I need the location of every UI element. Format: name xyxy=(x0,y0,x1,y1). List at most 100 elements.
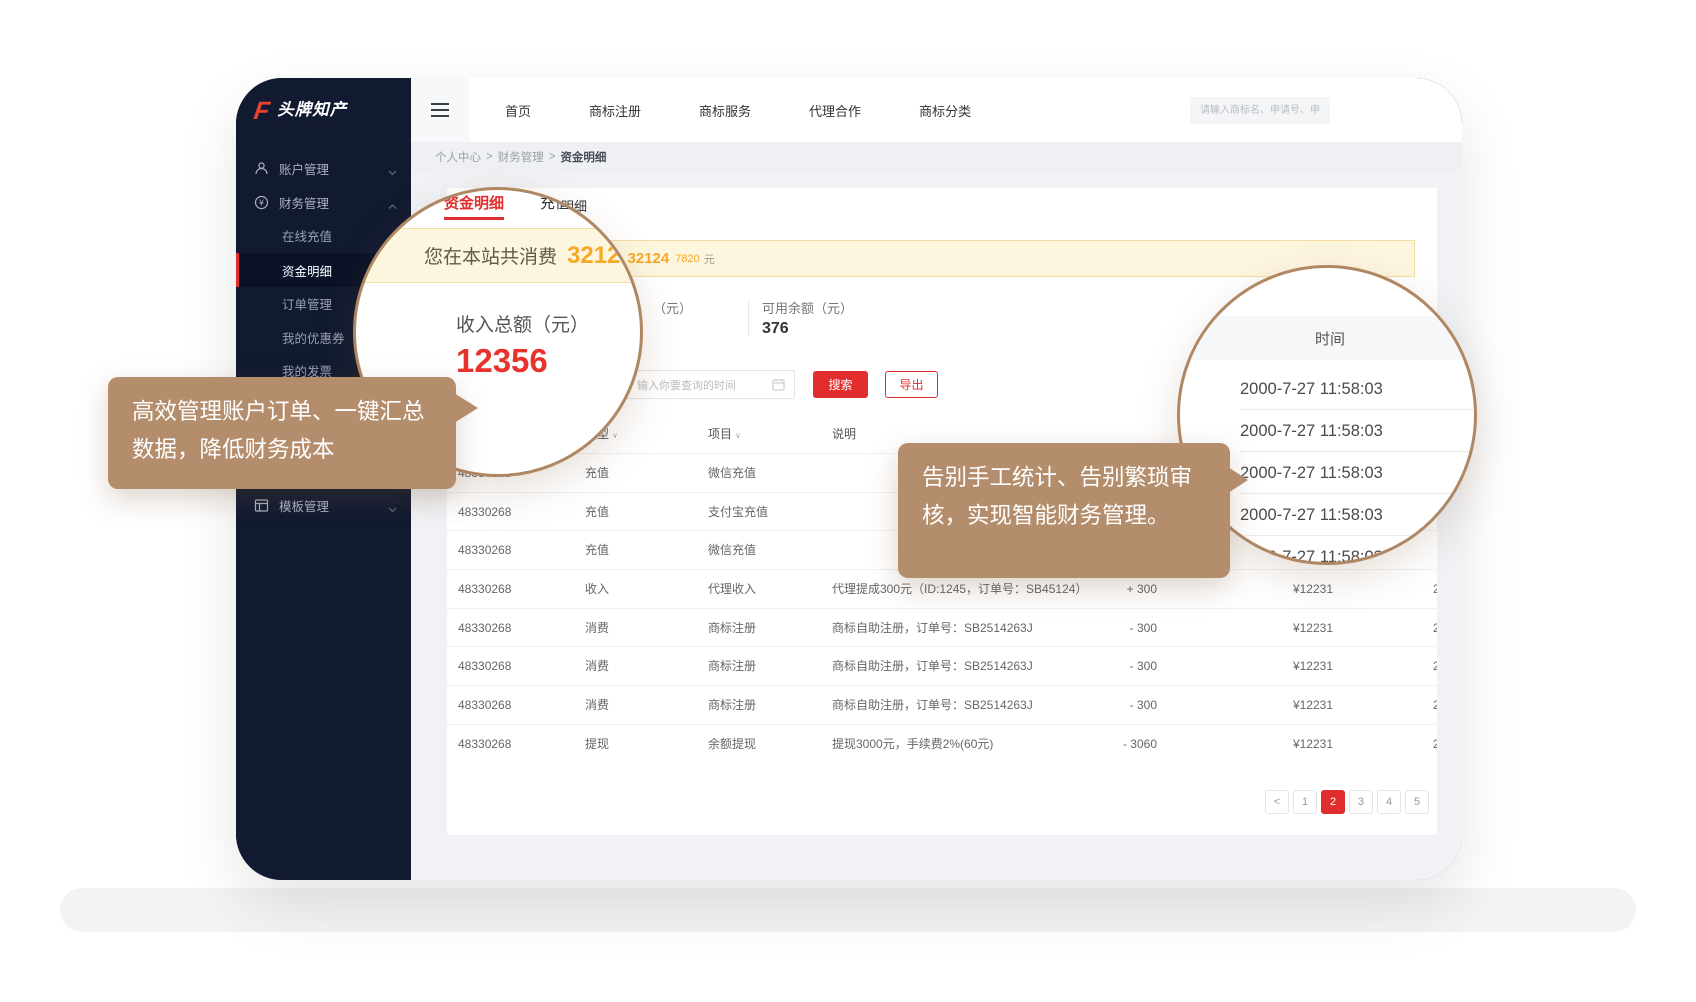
sort-chevron-icon[interactable]: ∨ xyxy=(735,431,741,440)
magnified-banner-prefix: 您在本站共消费 xyxy=(424,242,557,269)
breadcrumb-part[interactable]: 财务管理 xyxy=(498,149,544,165)
cell-desc: 商标自助注册，订单号：SB2514263J xyxy=(832,686,1033,725)
sidebar-item-label: 订单管理 xyxy=(282,294,332,313)
cell-project: 商标注册 xyxy=(708,686,756,725)
available-balance-label: 可用余额（元） xyxy=(762,298,853,317)
cell-project: 代理收入 xyxy=(708,570,756,609)
brand-logo-icon: F xyxy=(252,99,271,124)
header-desc: 说明 xyxy=(832,420,856,448)
pagination: < 1 2 3 4 5 xyxy=(1265,790,1429,814)
cell-time: 2000-7-27 11:58:03 xyxy=(1433,570,1437,609)
pagination-page-2[interactable]: 2 xyxy=(1321,790,1345,814)
brand-name: 头牌知产 xyxy=(277,96,347,120)
magnified-banner-value: 32124 xyxy=(567,242,634,270)
sidebar-item-label: 资金明细 xyxy=(282,261,332,280)
tooltip-right: 告别手工统计、告别繁琐审核，实现智能财务管理。 xyxy=(898,443,1230,578)
banner-amount: 7820 xyxy=(675,253,699,265)
cell-balance: ¥12231 xyxy=(1205,725,1333,764)
cell-project: 商标注册 xyxy=(708,609,756,648)
sidebar-item-label: 财务管理 xyxy=(279,193,329,212)
pagination-page-5[interactable]: 5 xyxy=(1405,790,1429,814)
search-button[interactable]: 搜索 xyxy=(813,371,868,398)
chevron-up-icon xyxy=(388,199,397,213)
table-row: 48330268消费商标注册商标自助注册，订单号：SB2514263J- 300… xyxy=(447,608,1437,647)
magnified-time-row: 2000-7-27 11:58:03 xyxy=(1240,452,1477,494)
tooltip-left: 高效管理账户订单、一键汇总数据，降低财务成本 xyxy=(108,377,456,489)
cell-desc: 商标自助注册，订单号：SB2514263J xyxy=(832,609,1033,648)
cell-project: 微信充值 xyxy=(708,531,756,570)
sort-chevron-icon[interactable]: ∨ xyxy=(612,431,618,440)
export-button[interactable]: 导出 xyxy=(885,371,938,398)
date-query-placeholder: 输入你要查询的时间 xyxy=(637,377,766,393)
magnified-time-row: 2000-7-27 11:58:03 xyxy=(1240,410,1477,452)
tooltip-right-text: 告别手工统计、告别繁琐审核，实现智能财务管理。 xyxy=(922,465,1192,528)
nav-item-trademark-service[interactable]: 商标服务 xyxy=(699,101,751,120)
cell-type: 提现 xyxy=(585,725,609,764)
cell-desc: 商标自助注册，订单号：SB2514263J xyxy=(832,647,1033,686)
cell-time: 2000-7-27 11:58:03 xyxy=(1433,609,1437,648)
cell-project: 微信充值 xyxy=(708,454,756,493)
cell-project: 余额提现 xyxy=(708,725,756,764)
available-balance-value: 376 xyxy=(762,320,789,338)
magnified-time-row: 2000-7-27 11:58:03 xyxy=(1240,368,1477,410)
cell-time: 2000-7-27 11:58:03 xyxy=(1433,725,1437,764)
tooltip-left-text: 高效管理账户订单、一键汇总数据，降低财务成本 xyxy=(132,399,425,462)
magnified-time-row: 2000-7-27 11:58:03 xyxy=(1240,494,1477,536)
cell-order: 48330268 xyxy=(458,531,511,570)
nav-item-trademark-register[interactable]: 商标注册 xyxy=(589,101,641,120)
template-icon xyxy=(254,498,269,513)
header-project: 项目∨ xyxy=(708,420,741,450)
cell-type: 消费 xyxy=(585,647,609,686)
cell-time: 2000-7-27 11:58:03 xyxy=(1433,686,1437,725)
cell-time: 2000-7-27 11:58:03 xyxy=(1433,647,1437,686)
cell-amount: - 3060 xyxy=(1047,725,1157,764)
top-nav: 首页 商标注册 商标服务 代理合作 商标分类 xyxy=(471,78,971,142)
cell-type: 充值 xyxy=(585,454,609,493)
cell-project: 支付宝充值 xyxy=(708,493,768,532)
magnified-time-header: 时间 xyxy=(1180,316,1477,360)
cell-order: 48330268 xyxy=(458,647,511,686)
chevron-down-icon xyxy=(388,502,397,516)
sidebar-item-label: 我的优惠券 xyxy=(282,328,345,347)
table-row: 48330268提现余额提现提现3000元，手续费2%(60元)- 3060¥1… xyxy=(447,724,1437,763)
magnified-banner: 您在本站共消费 32124 xyxy=(356,228,643,283)
cell-project: 商标注册 xyxy=(708,647,756,686)
expend-total-label: （元） xyxy=(653,298,692,317)
pagination-page-4[interactable]: 4 xyxy=(1377,790,1401,814)
hamburger-menu-icon[interactable] xyxy=(411,78,469,142)
table-row: 48330268 消费 商标注册 商标自助注册，订单号：SB2514263J - 300… xyxy=(447,646,1437,685)
nav-item-home[interactable]: 首页 xyxy=(505,101,531,120)
sidebar-item-label: 账户管理 xyxy=(279,159,329,178)
pagination-page-3[interactable]: 3 xyxy=(1349,790,1373,814)
cell-type: 消费 xyxy=(585,686,609,725)
finance-icon: ¥ xyxy=(254,195,269,210)
banner-unit: 元 xyxy=(704,251,715,267)
cell-type: 收入 xyxy=(585,570,609,609)
cell-order: 48330268 xyxy=(458,725,511,764)
brand-logo: F 头牌知产 · · · · · · · xyxy=(254,96,347,127)
breadcrumb-part[interactable]: 个人中心 xyxy=(435,149,481,165)
sidebar-item-finance[interactable]: ¥ 财务管理 xyxy=(236,185,411,219)
nav-item-trademark-category[interactable]: 商标分类 xyxy=(919,101,971,120)
breadcrumb-separator: > xyxy=(549,151,556,163)
magnified-tab-second: 充值明细 xyxy=(540,192,600,220)
cell-balance: ¥12231 xyxy=(1205,686,1333,725)
user-icon xyxy=(254,161,269,176)
sidebar-item-account[interactable]: 账户管理 xyxy=(236,151,411,185)
cell-type: 充值 xyxy=(585,493,609,532)
date-query-input[interactable]: 输入你要查询的时间 xyxy=(627,370,795,399)
cell-type: 充值 xyxy=(585,531,609,570)
nav-item-agent-cooperation[interactable]: 代理合作 xyxy=(809,101,861,120)
cell-amount: - 300 xyxy=(1047,647,1157,686)
sidebar-item-label: 在线充值 xyxy=(282,226,332,245)
page: F 头牌知产 · · · · · · · 账户管理 ¥ 财务管理 xyxy=(0,0,1696,1002)
breadcrumb: 个人中心 > 财务管理 > 资金明细 xyxy=(411,142,1462,172)
trademark-search-input[interactable] xyxy=(1190,97,1330,124)
pagination-prev[interactable]: < xyxy=(1265,790,1289,814)
magnified-income-value: 12356 xyxy=(456,342,548,380)
sidebar-item-templates[interactable]: 模板管理 xyxy=(236,488,411,522)
cell-amount: - 300 xyxy=(1047,609,1157,648)
pagination-page-1[interactable]: 1 xyxy=(1293,790,1317,814)
magnified-tab-fund-detail: 资金明细 xyxy=(444,192,504,220)
tooltip-arrow-right-icon xyxy=(1228,467,1248,493)
